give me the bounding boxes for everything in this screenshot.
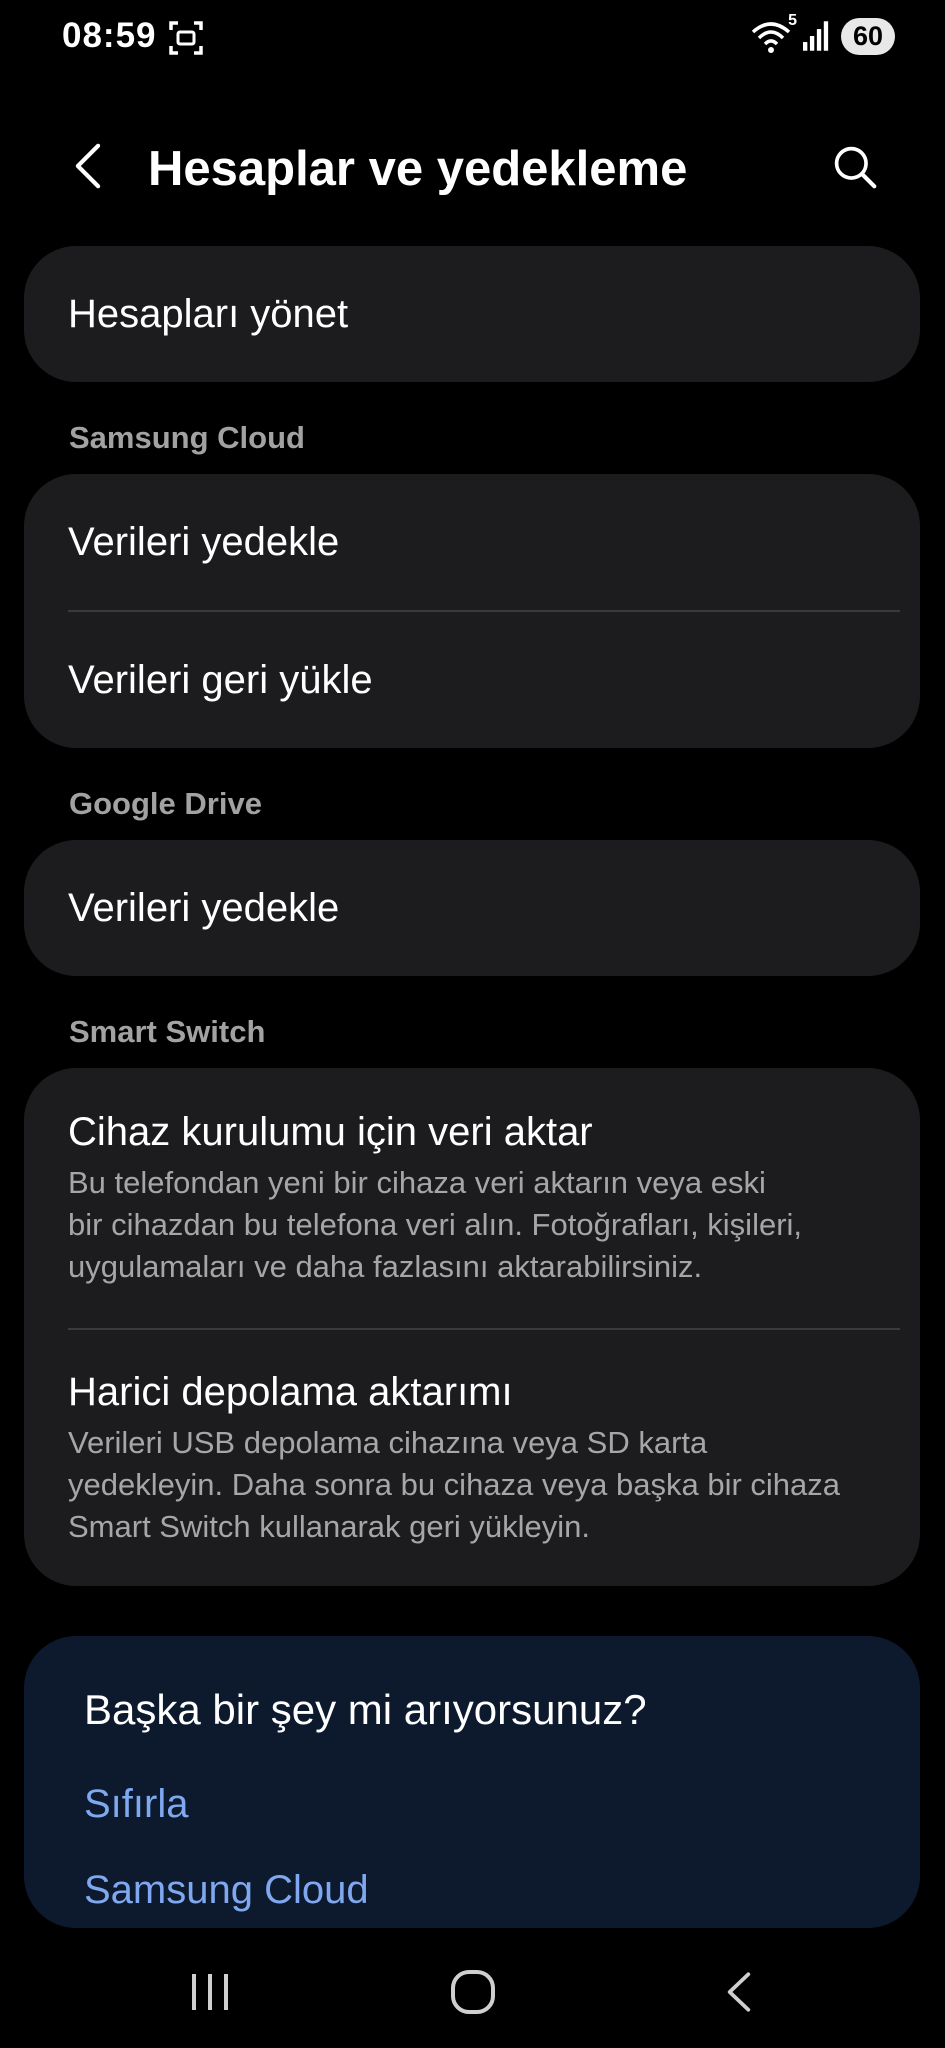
back-icon xyxy=(727,1972,751,2012)
description-line: Bu telefondan yeni bir cihaza veri aktar… xyxy=(68,1165,766,1200)
suggestions-card: Başka bir şey mi arıyorsunuz? Sıfırla Sa… xyxy=(24,1636,920,1928)
description-line: yedekleyin. Daha sonra bu cihaza veya ba… xyxy=(68,1467,841,1502)
samsung-cloud-backup-item[interactable]: Verileri yedekle xyxy=(68,518,898,566)
suggestions-title: Başka bir şey mi arıyorsunuz? xyxy=(84,1686,647,1733)
status-bar: 08:59 5 60 xyxy=(0,0,945,72)
status-icons: 5 60 xyxy=(751,12,895,56)
manage-accounts-item[interactable]: Hesapları yönet xyxy=(68,290,898,338)
description-line: uygulamaları ve daha fazlasını aktarabil… xyxy=(68,1249,703,1284)
device-setup-transfer-label: Cihaz kurulumu için veri aktar xyxy=(68,1110,593,1154)
search-button[interactable] xyxy=(826,138,884,196)
external-storage-transfer-description: Verileri USB depolama cihazına veya SD k… xyxy=(68,1422,898,1548)
status-time: 08:59 xyxy=(62,16,157,55)
home-button[interactable] xyxy=(433,1960,513,2024)
google-drive-backup-label: Verileri yedekle xyxy=(68,886,340,930)
section-header-google-drive: Google Drive xyxy=(69,786,262,821)
manage-accounts-label: Hesapları yönet xyxy=(68,292,349,336)
signal-icon xyxy=(803,21,829,51)
google-drive-backup-item[interactable]: Verileri yedekle xyxy=(68,884,898,932)
suggestion-link-samsung-cloud[interactable]: Samsung Cloud xyxy=(84,1868,369,1913)
section-header-samsung-cloud: Samsung Cloud xyxy=(69,420,305,455)
navigation-bar xyxy=(0,1928,945,2048)
wifi-badge: 5 xyxy=(788,12,797,29)
samsung-cloud-backup-label: Verileri yedekle xyxy=(68,520,340,564)
recent-apps-button[interactable] xyxy=(170,1960,250,2024)
wifi-icon: 5 xyxy=(751,12,797,54)
smart-switch-card: Cihaz kurulumu için veri aktar Bu telefo… xyxy=(24,1068,920,1586)
description-line: Smart Switch kullanarak geri yükleyin. xyxy=(68,1509,591,1544)
search-icon xyxy=(834,146,877,189)
description-line: bir cihazdan bu telefona veri alın. Foto… xyxy=(68,1207,803,1242)
screen-record-icon xyxy=(169,21,203,55)
back-arrow-icon xyxy=(75,143,101,189)
samsung-cloud-restore-item[interactable]: Verileri geri yükle xyxy=(68,656,898,704)
manage-accounts-card[interactable]: Hesapları yönet xyxy=(24,246,920,382)
samsung-cloud-restore-label: Verileri geri yükle xyxy=(68,658,373,702)
recent-apps-icon xyxy=(192,1974,228,2010)
external-storage-transfer-item[interactable]: Harici depolama aktarımı Verileri USB de… xyxy=(68,1368,898,1548)
section-header-smart-switch: Smart Switch xyxy=(69,1014,266,1049)
external-storage-transfer-label: Harici depolama aktarımı xyxy=(68,1370,513,1414)
back-button[interactable] xyxy=(62,136,114,196)
nav-back-button[interactable] xyxy=(699,1960,779,2024)
page-title: Hesaplar ve yedekleme xyxy=(148,142,688,196)
divider xyxy=(68,610,900,612)
device-setup-transfer-description: Bu telefondan yeni bir cihaza veri aktar… xyxy=(68,1162,898,1288)
samsung-cloud-card: Verileri yedekle Verileri geri yükle xyxy=(24,474,920,748)
battery-icon: 60 xyxy=(841,17,895,55)
google-drive-card: Verileri yedekle xyxy=(24,840,920,976)
home-icon xyxy=(451,1970,495,2014)
device-setup-transfer-item[interactable]: Cihaz kurulumu için veri aktar Bu telefo… xyxy=(68,1108,898,1288)
app-bar: Hesaplar ve yedekleme xyxy=(0,120,945,220)
description-line: Verileri USB depolama cihazına veya SD k… xyxy=(68,1425,708,1460)
suggestion-link-reset[interactable]: Sıfırla xyxy=(84,1782,188,1827)
divider xyxy=(68,1328,900,1330)
